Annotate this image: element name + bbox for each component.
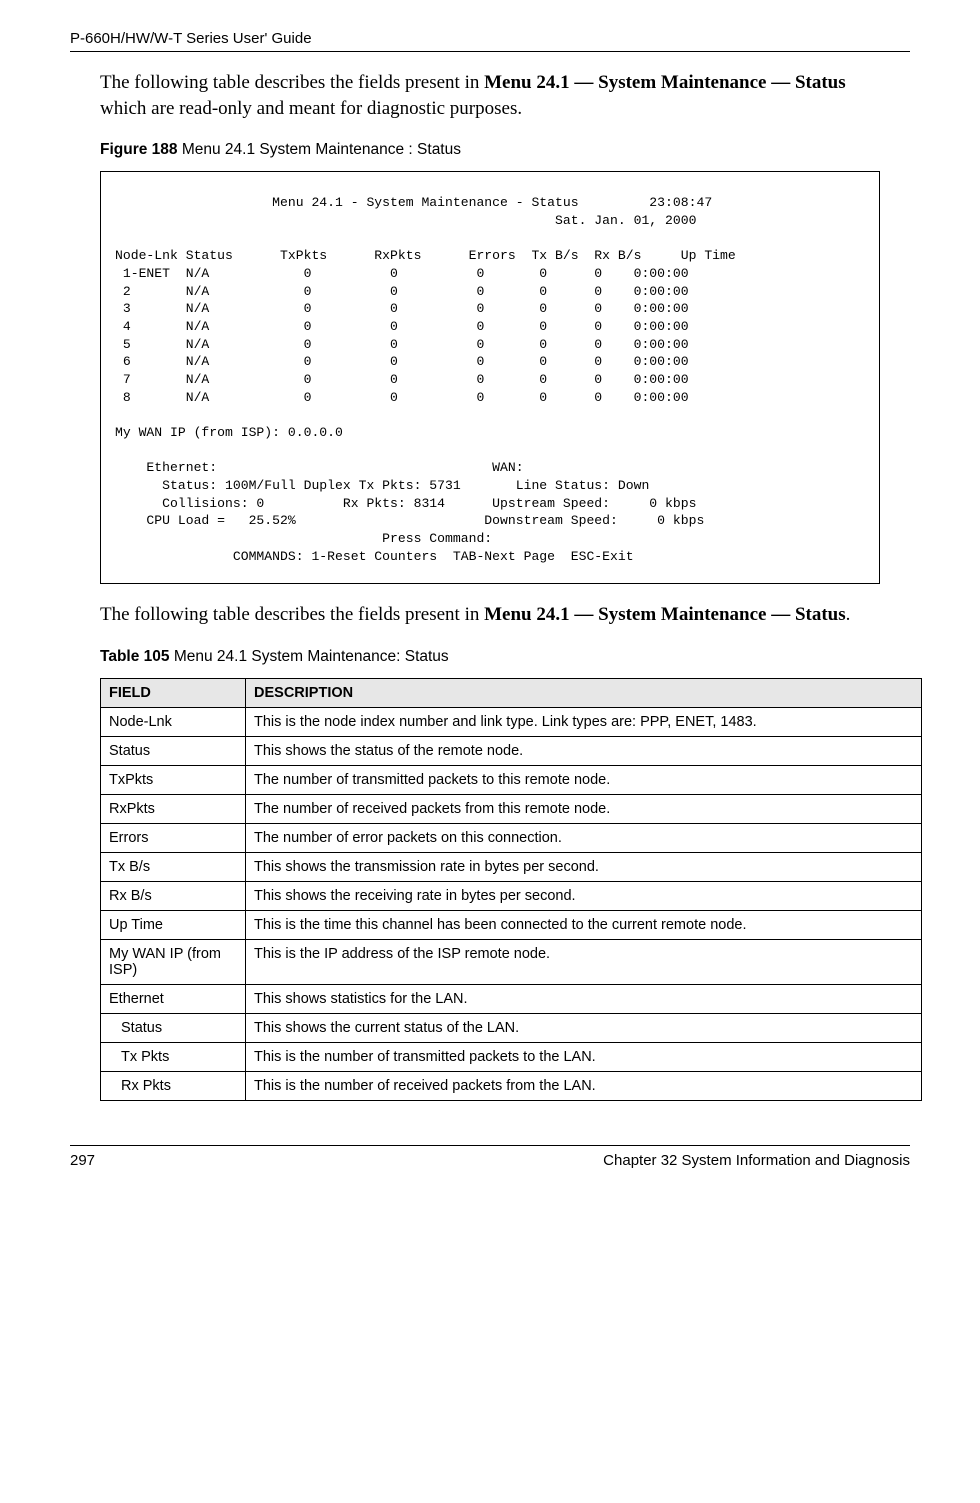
table-row: EthernetThis shows statistics for the LA…: [101, 985, 922, 1014]
para2-before: The following table describes the fields…: [100, 604, 484, 625]
cell-desc: The number of transmitted packets to thi…: [246, 766, 922, 795]
term-cpu: CPU Load = 25.52% Downstream Speed: 0 kb…: [115, 513, 704, 528]
figure-caption: Figure 188 Menu 24.1 System Maintenance …: [100, 141, 880, 159]
running-head: P-660H/HW/W-T Series User' Guide: [70, 24, 910, 52]
cell-field: Status: [101, 737, 246, 766]
term-row-7: 8 N/A 0 0 0 0 0 0:00:00: [115, 390, 689, 405]
footer-chapter: Chapter 32 System Information and Diagno…: [603, 1152, 910, 1169]
cell-desc: This shows the status of the remote node…: [246, 737, 922, 766]
cell-field: Errors: [101, 824, 246, 853]
table-row: Tx PktsThis is the number of transmitted…: [101, 1043, 922, 1072]
term-row-1: 2 N/A 0 0 0 0 0 0:00:00: [115, 284, 689, 299]
cell-field: Rx B/s: [101, 882, 246, 911]
term-press: Press Command:: [115, 531, 492, 546]
paragraph-2: The following table describes the fields…: [100, 602, 880, 628]
cell-field: Tx B/s: [101, 853, 246, 882]
table-lead: Table 105: [100, 648, 170, 665]
table-row: Node-LnkThis is the node index number an…: [101, 708, 922, 737]
term-row-0: 1-ENET N/A 0 0 0 0 0 0:00:00: [115, 266, 689, 281]
table-caption: Table 105 Menu 24.1 System Maintenance: …: [100, 648, 880, 666]
description-table: FIELD DESCRIPTION Node-LnkThis is the no…: [100, 678, 922, 1101]
cell-field: My WAN IP (from ISP): [101, 940, 246, 985]
table-row: My WAN IP (from ISP)This is the IP addre…: [101, 940, 922, 985]
cell-desc: This is the number of transmitted packet…: [246, 1043, 922, 1072]
th-desc: DESCRIPTION: [246, 679, 922, 708]
cell-field: TxPkts: [101, 766, 246, 795]
cell-field: Node-Lnk: [101, 708, 246, 737]
term-eth-coll: Collisions: 0 Rx Pkts: 8314 Upstream Spe…: [115, 496, 696, 511]
cell-field: Tx Pkts: [101, 1043, 246, 1072]
table-title: Menu 24.1 System Maintenance: Status: [170, 648, 449, 665]
terminal-box: Menu 24.1 - System Maintenance - Status …: [100, 171, 880, 584]
figure-title: Menu 24.1 System Maintenance : Status: [178, 141, 461, 158]
cell-field: Rx Pkts: [101, 1072, 246, 1101]
table-row: Rx B/sThis shows the receiving rate in b…: [101, 882, 922, 911]
cell-desc: This is the time this channel has been c…: [246, 911, 922, 940]
term-row-2: 3 N/A 0 0 0 0 0 0:00:00: [115, 301, 689, 316]
table-row: ErrorsThe number of error packets on thi…: [101, 824, 922, 853]
para1-after: which are read-only and meant for diagno…: [100, 98, 522, 119]
para2-bold: Menu 24.1 — System Maintenance — Status: [484, 604, 846, 625]
para1-bold: Menu 24.1 — System Maintenance — Status: [484, 72, 846, 93]
term-row-4: 5 N/A 0 0 0 0 0 0:00:00: [115, 337, 689, 352]
cell-desc: This is the number of received packets f…: [246, 1072, 922, 1101]
table-header-row: FIELD DESCRIPTION: [101, 679, 922, 708]
term-row-3: 4 N/A 0 0 0 0 0 0:00:00: [115, 319, 689, 334]
term-header: Node-Lnk Status TxPkts RxPkts Errors Tx …: [115, 248, 736, 263]
term-title: Menu 24.1 - System Maintenance - Status …: [115, 195, 712, 210]
term-date: Sat. Jan. 01, 2000: [115, 213, 696, 228]
page: P-660H/HW/W-T Series User' Guide The fol…: [0, 0, 980, 1169]
term-wan-ip: My WAN IP (from ISP): 0.0.0.0: [115, 425, 343, 440]
cell-desc: This shows the transmission rate in byte…: [246, 853, 922, 882]
cell-field: Ethernet: [101, 985, 246, 1014]
cell-field: Status: [101, 1014, 246, 1043]
term-row-6: 7 N/A 0 0 0 0 0 0:00:00: [115, 372, 689, 387]
page-footer: 297 Chapter 32 System Information and Di…: [70, 1145, 910, 1169]
cell-desc: This is the IP address of the ISP remote…: [246, 940, 922, 985]
cell-desc: This shows statistics for the LAN.: [246, 985, 922, 1014]
para1-before: The following table describes the fields…: [100, 72, 484, 93]
cell-desc: The number of received packets from this…: [246, 795, 922, 824]
cell-desc: This shows the receiving rate in bytes p…: [246, 882, 922, 911]
table-row: StatusThis shows the current status of t…: [101, 1014, 922, 1043]
cell-field: RxPkts: [101, 795, 246, 824]
th-field: FIELD: [101, 679, 246, 708]
cell-desc: This shows the current status of the LAN…: [246, 1014, 922, 1043]
para2-after: .: [846, 604, 851, 625]
term-row-5: 6 N/A 0 0 0 0 0 0:00:00: [115, 354, 689, 369]
table-row: Tx B/sThis shows the transmission rate i…: [101, 853, 922, 882]
term-commands: COMMANDS: 1-Reset Counters TAB-Next Page…: [115, 549, 634, 564]
term-eth-status: Status: 100M/Full Duplex Tx Pkts: 5731 L…: [115, 478, 649, 493]
table-row: TxPktsThe number of transmitted packets …: [101, 766, 922, 795]
footer-page-number: 297: [70, 1152, 95, 1169]
term-eth-hdr: Ethernet: WAN:: [115, 460, 524, 475]
cell-field: Up Time: [101, 911, 246, 940]
table-row: Up TimeThis is the time this channel has…: [101, 911, 922, 940]
table-row: Rx PktsThis is the number of received pa…: [101, 1072, 922, 1101]
cell-desc: The number of error packets on this conn…: [246, 824, 922, 853]
cell-desc: This is the node index number and link t…: [246, 708, 922, 737]
table-row: RxPktsThe number of received packets fro…: [101, 795, 922, 824]
paragraph-1: The following table describes the fields…: [100, 70, 880, 121]
table-row: StatusThis shows the status of the remot…: [101, 737, 922, 766]
figure-lead: Figure 188: [100, 141, 178, 158]
